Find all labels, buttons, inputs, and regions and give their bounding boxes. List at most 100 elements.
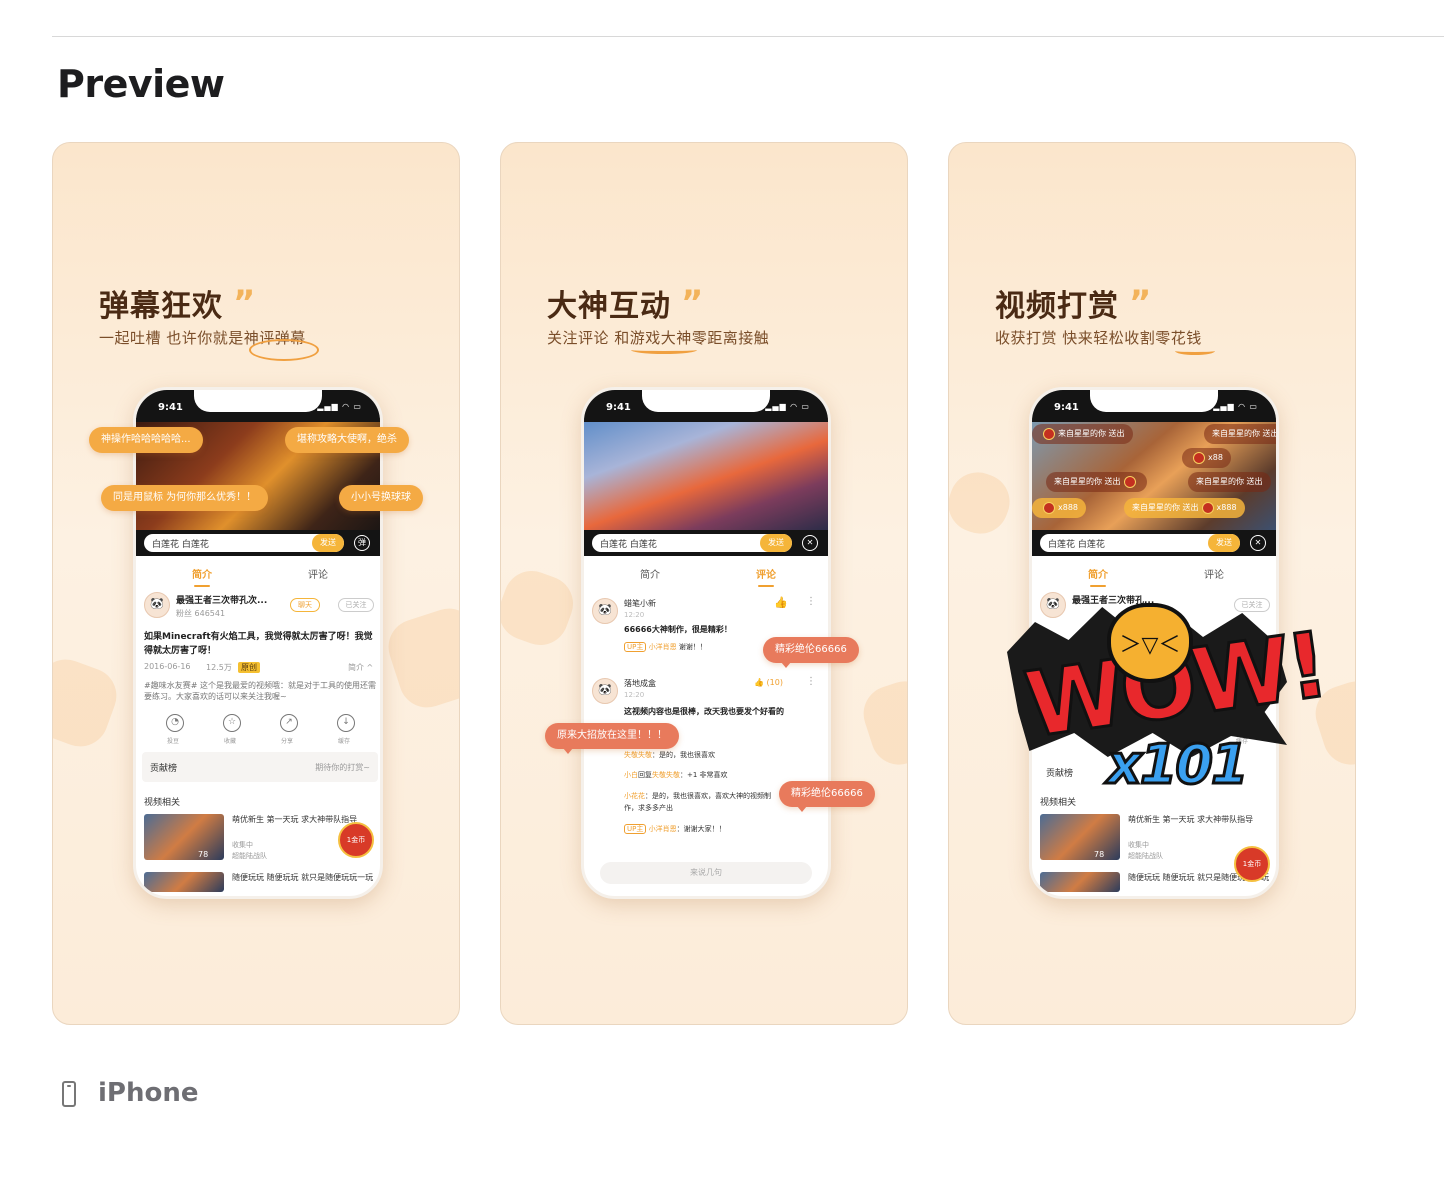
reply-user[interactable]: 小洋肖恩 [649,643,677,651]
tab-comments[interactable]: 评论 [756,566,776,587]
danmu-input[interactable]: 白莲花 白莲花 发送 [1040,534,1240,552]
coin-reward-badge[interactable]: 1金币 [1234,846,1270,882]
signal-wifi-battery-icon: ▂▄▆ ◠ ▭ [1213,402,1258,411]
danmu-bubble: 小小号换球球 [339,485,423,511]
danmu-bubble: 精彩绝伦66666 [763,637,859,668]
related-meta-1: 收集中 [1128,841,1149,849]
video-player[interactable]: 来自星星的你 送出 来自星星的你 送出 来自星星的你 送出 x88 来自星星的你… [1032,418,1276,530]
like-count[interactable]: 👍 (10) [754,678,783,687]
gift-message: 来自星星的你 送出 [1204,424,1276,444]
decor-blob [381,601,459,715]
comment-avatar[interactable]: 🐼 [592,678,618,704]
tab-intro[interactable]: 简介 [192,566,212,587]
related-thumbnail[interactable] [1040,814,1120,860]
danmu-toggle-icon[interactable]: ✕ [1250,535,1266,551]
danmu-input[interactable]: 白莲花 白莲花 发送 [592,534,792,552]
gift-message: x88 [1182,448,1231,468]
gift-message: 来自星星的你 送出 [1032,424,1133,444]
gift-message-text: 来自星星的你 送出 [1058,429,1125,438]
video-views: 12.5万 [206,663,232,672]
related-thumbnail[interactable] [144,872,224,892]
danmu-toggle-icon[interactable]: ✕ [802,535,818,551]
comment-time: 12:20 [624,611,645,619]
decor-blob [949,464,1018,542]
more-icon[interactable]: ⋮ [806,596,816,607]
rank-row[interactable]: 贡献榜 期待你的打赏~ [142,752,378,782]
uploader-avatar[interactable]: 🐼 [144,592,170,618]
tab-intro[interactable]: 简介 [640,566,660,581]
headline: 大神互动 [547,289,671,324]
quote-mark-icon: ” [1129,283,1152,323]
gift-count: x888 [1058,503,1079,512]
rank-label: 贡献榜 [150,764,178,774]
screenshot-1[interactable]: 弹幕狂欢 ” 一起吐槽 也许你就是神评弹幕 9:41 ▂▄▆ ◠ ▭ 白莲花 白… [52,142,460,1025]
gift-coin-icon [1193,451,1205,464]
action-label-share: 分享 [281,738,294,745]
reply-text: 谢谢大家！！ [683,825,726,833]
reply-user[interactable]: 失敬失敬 [624,751,652,759]
danmu-bubble: 堪称攻略大使啊，绝杀 [285,427,409,453]
chat-button[interactable]: 聊天 [290,598,320,612]
send-button[interactable]: 发送 [1208,534,1240,552]
tab-comments[interactable]: 评论 [308,566,328,581]
comment-input[interactable]: 来说几句 [600,862,812,884]
star-icon[interactable]: ☆ [223,714,241,732]
liked-icon: 👍 [754,678,764,687]
comment-text: 66666大神制作，很是精彩！ [624,625,732,634]
reply-text: 是的，我也很喜欢，喜欢大神的视频制作，求多多产出 [624,792,771,812]
related-thumbnail[interactable] [144,814,224,860]
tab-bar: 简介 评论 [584,562,828,587]
like-icon[interactable]: 👍 [774,596,788,609]
danmu-toggle-icon[interactable]: 弹 [354,535,370,551]
bean-icon[interactable]: ◔ [166,714,184,732]
danmu-input-text: 白莲花 白莲花 [1048,540,1105,550]
comment-user[interactable]: 蜡笔小新 [624,598,656,609]
followed-button[interactable]: 已关注 [338,598,374,612]
status-time: 9:41 [606,402,631,413]
related-thumbnail[interactable] [1040,872,1120,892]
comment-time: 12:20 [624,691,645,699]
status-time: 9:41 [1054,402,1079,413]
uploader-name[interactable]: 最强王者三次带孔次... [176,593,267,606]
related-meta-2: 超能陆战队 [1128,852,1163,860]
up-tag: UP主 [624,642,647,652]
comment-avatar[interactable]: 🐼 [592,598,618,624]
reply-line: UP主 小洋肖恩：谢谢大家！！ [624,824,726,834]
video-date: 2016-06-16 [144,662,191,671]
reply-text: 是的，我也很喜欢 [659,751,715,759]
gift-coin-icon [1043,501,1055,514]
highlight-circle [249,339,319,361]
gift-message-text: 来自星星的你 送出 [1212,429,1276,438]
intro-collapse-toggle[interactable]: 简介 ^ [348,662,373,673]
related-title[interactable]: 萌优新生 第一天玩 求大神带队指导 [1128,814,1273,826]
share-icon[interactable]: ↗ [280,714,298,732]
decor-blob [856,674,907,772]
send-button[interactable]: 发送 [760,534,792,552]
comment-user[interactable]: 落地成盒 [624,678,656,689]
tab-intro[interactable]: 简介 [1088,566,1108,587]
danmu-input-bar: 白莲花 白莲花 发送 ✕ [1032,530,1276,556]
phone-notch [194,390,322,412]
download-icon[interactable]: ↓ [337,714,355,732]
danmu-input-bar: 白莲花 白莲花 发送 ✕ [584,530,828,556]
reply-user[interactable]: 小白 [624,771,638,779]
coin-reward-badge[interactable]: 1金币 [338,822,374,858]
danmu-input[interactable]: 白莲花 白莲花 发送 [144,534,344,552]
rank-hint: 期待你的打赏~ [315,763,370,772]
danmu-input-text: 白莲花 白莲花 [152,540,209,550]
subline: 关注评论 和游戏大神零距离接触 [547,329,770,347]
reply-target[interactable]: 失敬失敬 [652,771,680,779]
gift-count: x88 [1208,453,1223,462]
screenshot-2[interactable]: 大神互动 ” 关注评论 和游戏大神零距离接触 9:41 ▂▄▆ ◠ ▭ 白莲花 … [500,142,908,1025]
more-icon[interactable]: ⋮ [806,676,816,687]
reply-user[interactable]: 小花花 [624,792,645,800]
related-title[interactable]: 随便玩玩 随便玩玩 就只是随便玩玩一玩 [232,872,377,884]
phone-notch [642,390,770,412]
reply-user[interactable]: 小洋肖恩 [649,825,677,833]
combo-counter: x101 [1106,732,1251,798]
tab-comments[interactable]: 评论 [1204,566,1224,581]
screenshot-3[interactable]: 视频打赏 ” 收获打赏 快来轻松收割零花钱 9:41 ▂▄▆ ◠ ▭ 来自星星的… [948,142,1356,1025]
send-button[interactable]: 发送 [312,534,344,552]
video-player[interactable] [584,418,828,530]
subline: 收获打赏 快来轻松收割零花钱 [995,329,1202,347]
